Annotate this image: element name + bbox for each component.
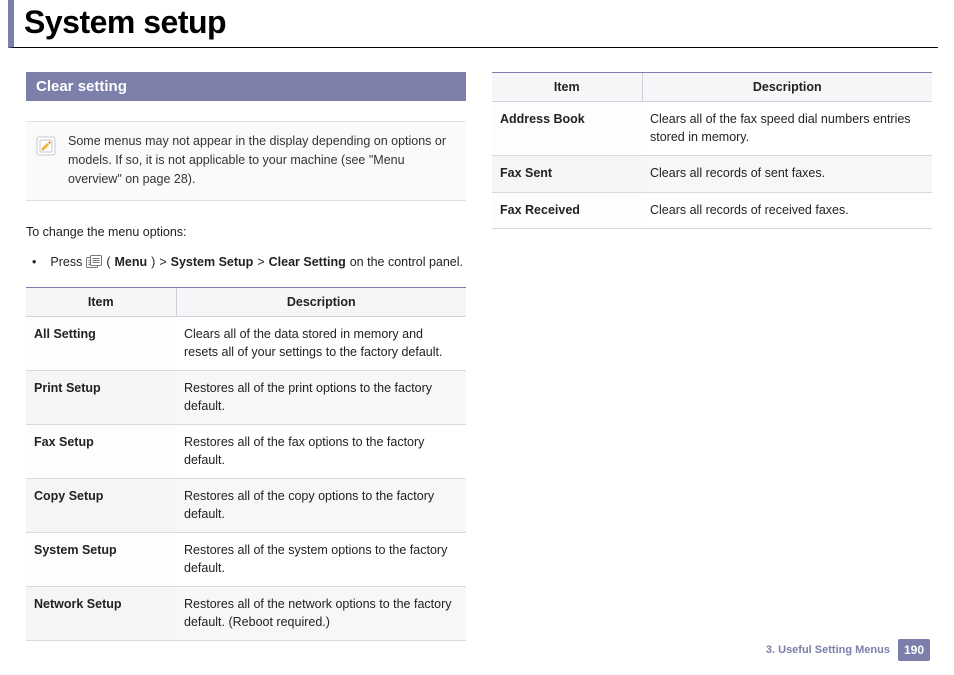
instr-open-paren: ( <box>106 255 110 269</box>
clear-setting-table-left: Item Description All SettingClears all o… <box>26 287 466 641</box>
instr-sep1: > <box>159 255 166 269</box>
bullet-icon: • <box>32 255 36 269</box>
cell-desc: Clears all records of received faxes. <box>642 192 932 229</box>
cell-item: Fax Setup <box>26 425 176 479</box>
intro-line: To change the menu options: <box>26 225 466 239</box>
instr-step1: System Setup <box>171 255 254 269</box>
instr-close-paren: ) <box>151 255 155 269</box>
cell-desc: Restores all of the copy options to the … <box>176 479 466 533</box>
clear-setting-table-right: Item Description Address BookClears all … <box>492 72 932 229</box>
th-item: Item <box>26 288 176 317</box>
footer-chapter: 3. Useful Setting Menus <box>766 644 890 656</box>
table-row: System SetupRestores all of the system o… <box>26 533 466 587</box>
table-row: Fax ReceivedClears all records of receiv… <box>492 192 932 229</box>
right-column: Item Description Address BookClears all … <box>492 72 932 641</box>
cell-item: Address Book <box>492 102 642 156</box>
instr-suffix: on the control panel. <box>350 255 463 269</box>
cell-item: Fax Sent <box>492 156 642 193</box>
instruction-line: • Press (Menu) > System <box>26 255 466 269</box>
cell-desc: Clears all of the data stored in memory … <box>176 317 466 371</box>
cell-desc: Clears all records of sent faxes. <box>642 156 932 193</box>
footer-page-number: 190 <box>898 639 930 661</box>
cell-desc: Clears all of the fax speed dial numbers… <box>642 102 932 156</box>
section-heading-clear-setting: Clear setting <box>26 72 466 101</box>
table-row: Address BookClears all of the fax speed … <box>492 102 932 156</box>
table-row: All SettingClears all of the data stored… <box>26 317 466 371</box>
table-row: Network SetupRestores all of the network… <box>26 587 466 641</box>
cell-item: Fax Received <box>492 192 642 229</box>
th-item: Item <box>492 73 642 102</box>
th-desc: Description <box>642 73 932 102</box>
note-icon <box>34 134 58 158</box>
page-footer: 3. Useful Setting Menus 190 <box>766 639 930 661</box>
cell-item: Print Setup <box>26 371 176 425</box>
cell-item: System Setup <box>26 533 176 587</box>
cell-desc: Restores all of the network options to t… <box>176 587 466 641</box>
page-title: System setup <box>24 4 938 41</box>
table-row: Fax SetupRestores all of the fax options… <box>26 425 466 479</box>
cell-desc: Restores all of the fax options to the f… <box>176 425 466 479</box>
cell-item: All Setting <box>26 317 176 371</box>
cell-desc: Restores all of the print options to the… <box>176 371 466 425</box>
left-column: Clear setting Some menus may not appear … <box>26 72 466 641</box>
instr-step2: Clear Setting <box>269 255 346 269</box>
cell-item: Copy Setup <box>26 479 176 533</box>
th-desc: Description <box>176 288 466 317</box>
cell-desc: Restores all of the system options to th… <box>176 533 466 587</box>
instr-menu: Menu <box>115 255 148 269</box>
note-text: Some menus may not appear in the display… <box>68 132 458 188</box>
menu-icon <box>86 255 102 269</box>
table-row: Fax SentClears all records of sent faxes… <box>492 156 932 193</box>
instr-prefix: Press <box>50 255 82 269</box>
instr-sep2: > <box>257 255 264 269</box>
table-row: Print SetupRestores all of the print opt… <box>26 371 466 425</box>
cell-item: Network Setup <box>26 587 176 641</box>
info-note: Some menus may not appear in the display… <box>26 121 466 201</box>
table-row: Copy SetupRestores all of the copy optio… <box>26 479 466 533</box>
page-title-bar: System setup <box>8 0 938 48</box>
